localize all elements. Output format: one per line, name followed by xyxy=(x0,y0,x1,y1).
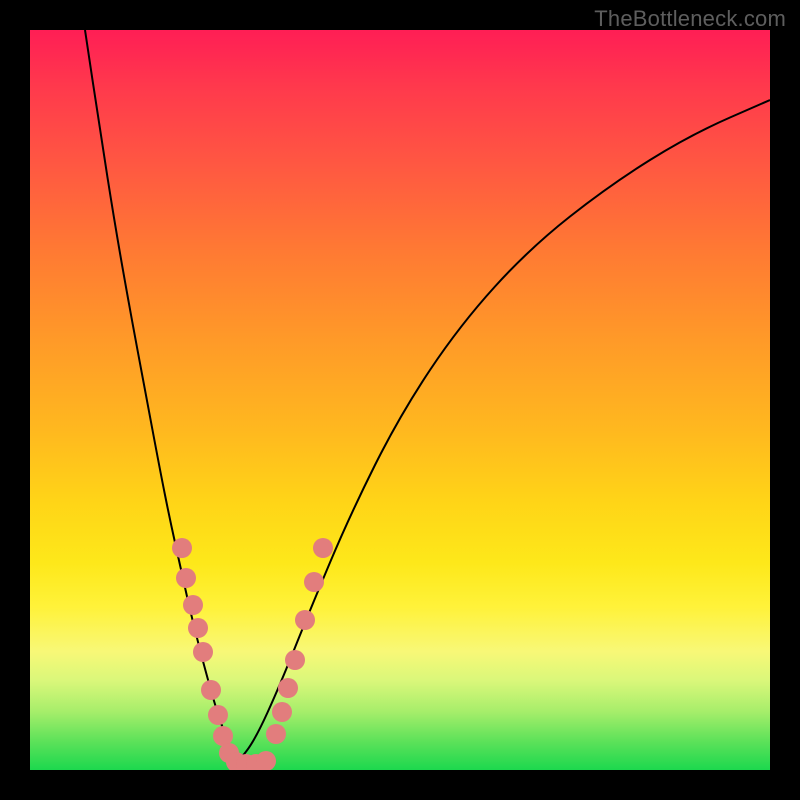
chart-svg xyxy=(30,30,770,770)
watermark-text: TheBottleneck.com xyxy=(594,6,786,32)
data-dot-right xyxy=(313,538,333,558)
data-dot-left xyxy=(201,680,221,700)
curve-left xyxy=(85,30,238,762)
data-dot-left xyxy=(193,642,213,662)
data-dot-left xyxy=(188,618,208,638)
curve-right xyxy=(238,100,770,762)
data-dot-right xyxy=(295,610,315,630)
data-dot-right xyxy=(278,678,298,698)
data-dot-right xyxy=(285,650,305,670)
data-dot-left xyxy=(183,595,203,615)
data-dot-left xyxy=(176,568,196,588)
data-dot-right xyxy=(266,724,286,744)
data-dot-right xyxy=(304,572,324,592)
data-dot-bottom xyxy=(256,751,276,770)
chart-frame: TheBottleneck.com xyxy=(0,0,800,800)
data-dot-left xyxy=(213,726,233,746)
data-dot-left xyxy=(208,705,228,725)
plot-background xyxy=(30,30,770,770)
data-dot-left xyxy=(172,538,192,558)
data-dot-right xyxy=(272,702,292,722)
